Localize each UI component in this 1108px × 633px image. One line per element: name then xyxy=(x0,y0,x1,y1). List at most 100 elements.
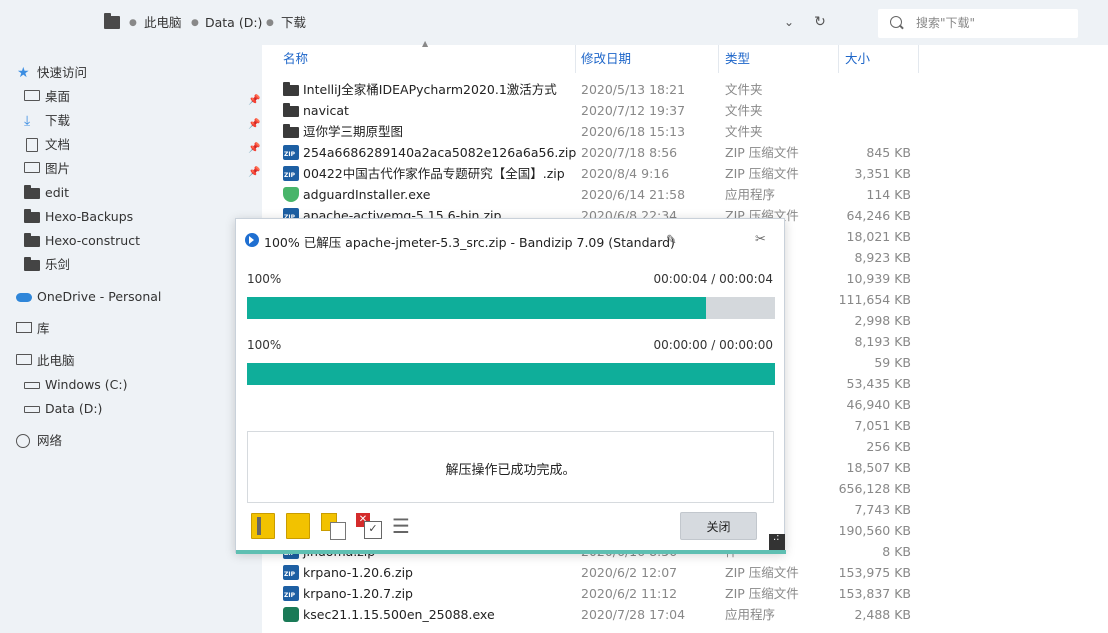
search-input[interactable] xyxy=(916,13,1071,33)
file-size: 3,351 KB xyxy=(854,166,911,181)
breadcrumb-data-drive[interactable]: Data (D:) xyxy=(205,14,262,32)
sidebar-item-lejian[interactable]: 乐剑 xyxy=(0,254,240,276)
column-header-date[interactable]: 修改日期 xyxy=(581,45,631,73)
navigation-pane: ★ 快速访问 桌面 📌 ⤓ 下载 📌 文档 📌 图片 📌 edit Hexo-B… xyxy=(0,45,262,633)
zip-file-icon xyxy=(283,565,299,580)
file-size: 18,507 KB xyxy=(846,460,911,475)
search-box[interactable] xyxy=(878,9,1078,38)
file-type: ZIP 压缩文件 xyxy=(725,586,799,601)
folder-icon xyxy=(24,185,40,199)
table-row[interactable]: IntelliJ全家桶IDEAPycharm2020.1激活方式 2020/5/1… xyxy=(262,79,1108,100)
sidebar-item-this-pc[interactable]: 此电脑 xyxy=(0,350,240,372)
table-row[interactable]: 逗你学三期原型图 2020/6/18 15:13 文件夹 xyxy=(262,121,1108,142)
resize-grip-icon[interactable] xyxy=(769,532,785,550)
chevron-down-icon[interactable]: ⌄ xyxy=(780,13,798,31)
delete-archive-icon[interactable] xyxy=(356,513,382,539)
sidebar-item-network[interactable]: 网络 xyxy=(0,430,240,452)
column-divider[interactable] xyxy=(838,45,839,73)
file-name: 逗你学三期原型图 xyxy=(303,124,404,139)
sidebar-item-edit[interactable]: edit xyxy=(0,182,240,204)
table-row[interactable]: krpano-1.20.6.zip 2020/6/2 12:07 ZIP 压缩文件 1… xyxy=(262,562,1108,583)
file-name: adguardInstaller.exe xyxy=(303,187,431,202)
table-row[interactable]: 00422中国古代作家作品专题研究【全国】.zip 2020/8/4 9:16 ZI… xyxy=(262,163,1108,184)
column-divider[interactable] xyxy=(918,45,919,73)
sidebar-item-label: 库 xyxy=(37,321,50,336)
table-row[interactable]: krpano-1.20.7.zip 2020/6/2 11:12 ZIP 压缩文件 1… xyxy=(262,583,1108,604)
sidebar-item-hexo-construct[interactable]: Hexo-construct xyxy=(0,230,240,252)
sidebar-item-drive-c[interactable]: Windows (C:) xyxy=(0,374,240,396)
file-name: navicat xyxy=(303,103,349,118)
file-size: 10,939 KB xyxy=(846,271,911,286)
file-size: 656,128 KB xyxy=(838,481,911,496)
document-icon xyxy=(26,138,38,152)
pen-icon[interactable]: ✎ xyxy=(666,233,677,248)
close-button[interactable]: 关闭 xyxy=(680,512,757,540)
breadcrumb-separator: ● xyxy=(266,18,274,28)
file-type: ZIP 压缩文件 xyxy=(725,145,799,160)
file-type: 文件夹 xyxy=(725,124,763,139)
breadcrumb-separator: ● xyxy=(191,18,199,28)
pin-icon: 📌 xyxy=(248,119,261,130)
file-date: 2020/8/4 9:16 xyxy=(581,166,670,181)
bandizip-progress-dialog: 100% 已解压 apache-jmeter-5.3_src.zip - Ban… xyxy=(235,218,786,554)
sidebar-item-label: 此电脑 xyxy=(37,353,75,368)
folder-icon xyxy=(283,103,299,117)
column-header-name[interactable]: 名称 xyxy=(283,45,308,73)
sidebar-item-library[interactable]: 库 xyxy=(0,318,240,340)
file-size: 53,435 KB xyxy=(846,376,911,391)
folder-icon xyxy=(24,257,40,271)
sidebar-item-onedrive[interactable]: OneDrive - Personal xyxy=(0,286,240,308)
open-folder-icon[interactable] xyxy=(286,513,310,539)
file-type: 文件夹 xyxy=(725,103,763,118)
tools-icon[interactable]: ✂ xyxy=(755,232,766,247)
sidebar-item-label: 下载 xyxy=(45,113,71,128)
shield-app-icon xyxy=(283,187,299,202)
column-divider[interactable] xyxy=(575,45,576,73)
progress-time-label: 00:00:04 / 00:00:04 xyxy=(653,272,773,286)
sidebar-item-downloads[interactable]: ⤓ 下载 📌 xyxy=(0,110,262,132)
file-date: 2020/5/13 18:21 xyxy=(581,82,686,97)
status-message: 解压操作已成功完成。 xyxy=(445,463,576,478)
sidebar-item-desktop[interactable]: 桌面 📌 xyxy=(0,86,262,108)
pin-icon: 📌 xyxy=(248,95,261,106)
column-divider[interactable] xyxy=(718,45,719,73)
table-row[interactable]: adguardInstaller.exe 2020/6/14 21:58 应用程序 1… xyxy=(262,184,1108,205)
menu-icon[interactable]: ☰ xyxy=(389,513,413,539)
progress-time-label: 00:00:00 / 00:00:00 xyxy=(653,338,773,352)
file-name: krpano-1.20.7.zip xyxy=(303,586,413,601)
sidebar-item-label: OneDrive - Personal xyxy=(37,289,162,304)
sidebar-item-documents[interactable]: 文档 📌 xyxy=(0,134,262,156)
table-row[interactable]: ksec21.1.15.500en_25088.exe 2020/7/28 17:… xyxy=(262,604,1108,625)
file-size: 190,560 KB xyxy=(838,523,911,538)
file-size: 59 KB xyxy=(874,355,911,370)
copy-files-icon[interactable] xyxy=(321,513,346,540)
zip-file-icon xyxy=(283,145,299,160)
computer-icon xyxy=(16,354,32,365)
file-type: 应用程序 xyxy=(725,607,776,622)
file-name: IntelliJ全家桶IDEAPycharm2020.1激活方式 xyxy=(303,82,557,97)
file-size: 114 KB xyxy=(866,187,911,202)
column-header-size[interactable]: 大小 xyxy=(845,45,870,73)
file-name: 00422中国古代作家作品专题研究【全国】.zip xyxy=(303,166,565,181)
sidebar-item-label: 桌面 xyxy=(45,89,71,104)
file-date: 2020/6/18 15:13 xyxy=(581,124,686,139)
download-icon: ⤓ xyxy=(24,113,31,129)
progress-percent-label: 100% xyxy=(247,338,282,352)
table-row[interactable]: navicat 2020/7/12 19:37 文件夹 xyxy=(262,100,1108,121)
drive-icon xyxy=(24,382,40,389)
file-size: 111,654 KB xyxy=(838,292,911,307)
sidebar-item-label: 网络 xyxy=(37,433,63,448)
sidebar-item-drive-d[interactable]: Data (D:) xyxy=(0,398,240,420)
refresh-icon[interactable]: ↻ xyxy=(811,13,829,31)
sidebar-item-quick-access[interactable]: ★ 快速访问 xyxy=(17,62,257,84)
breadcrumb-this-pc[interactable]: 此电脑 xyxy=(144,14,182,32)
bandizip-app-icon xyxy=(245,233,259,247)
breadcrumb-downloads[interactable]: 下载 xyxy=(281,14,306,32)
sidebar-item-label: Hexo-Backups xyxy=(45,209,134,224)
column-header-type[interactable]: 类型 xyxy=(725,45,750,73)
sidebar-item-hexo-backups[interactable]: Hexo-Backups xyxy=(0,206,240,228)
sidebar-item-label: Windows (C:) xyxy=(45,377,128,392)
table-row[interactable]: 254a6686289140a2aca5082e126a6a56.zip 2020… xyxy=(262,142,1108,163)
open-archive-icon[interactable] xyxy=(251,513,275,539)
sidebar-item-pictures[interactable]: 图片 📌 xyxy=(0,158,262,180)
